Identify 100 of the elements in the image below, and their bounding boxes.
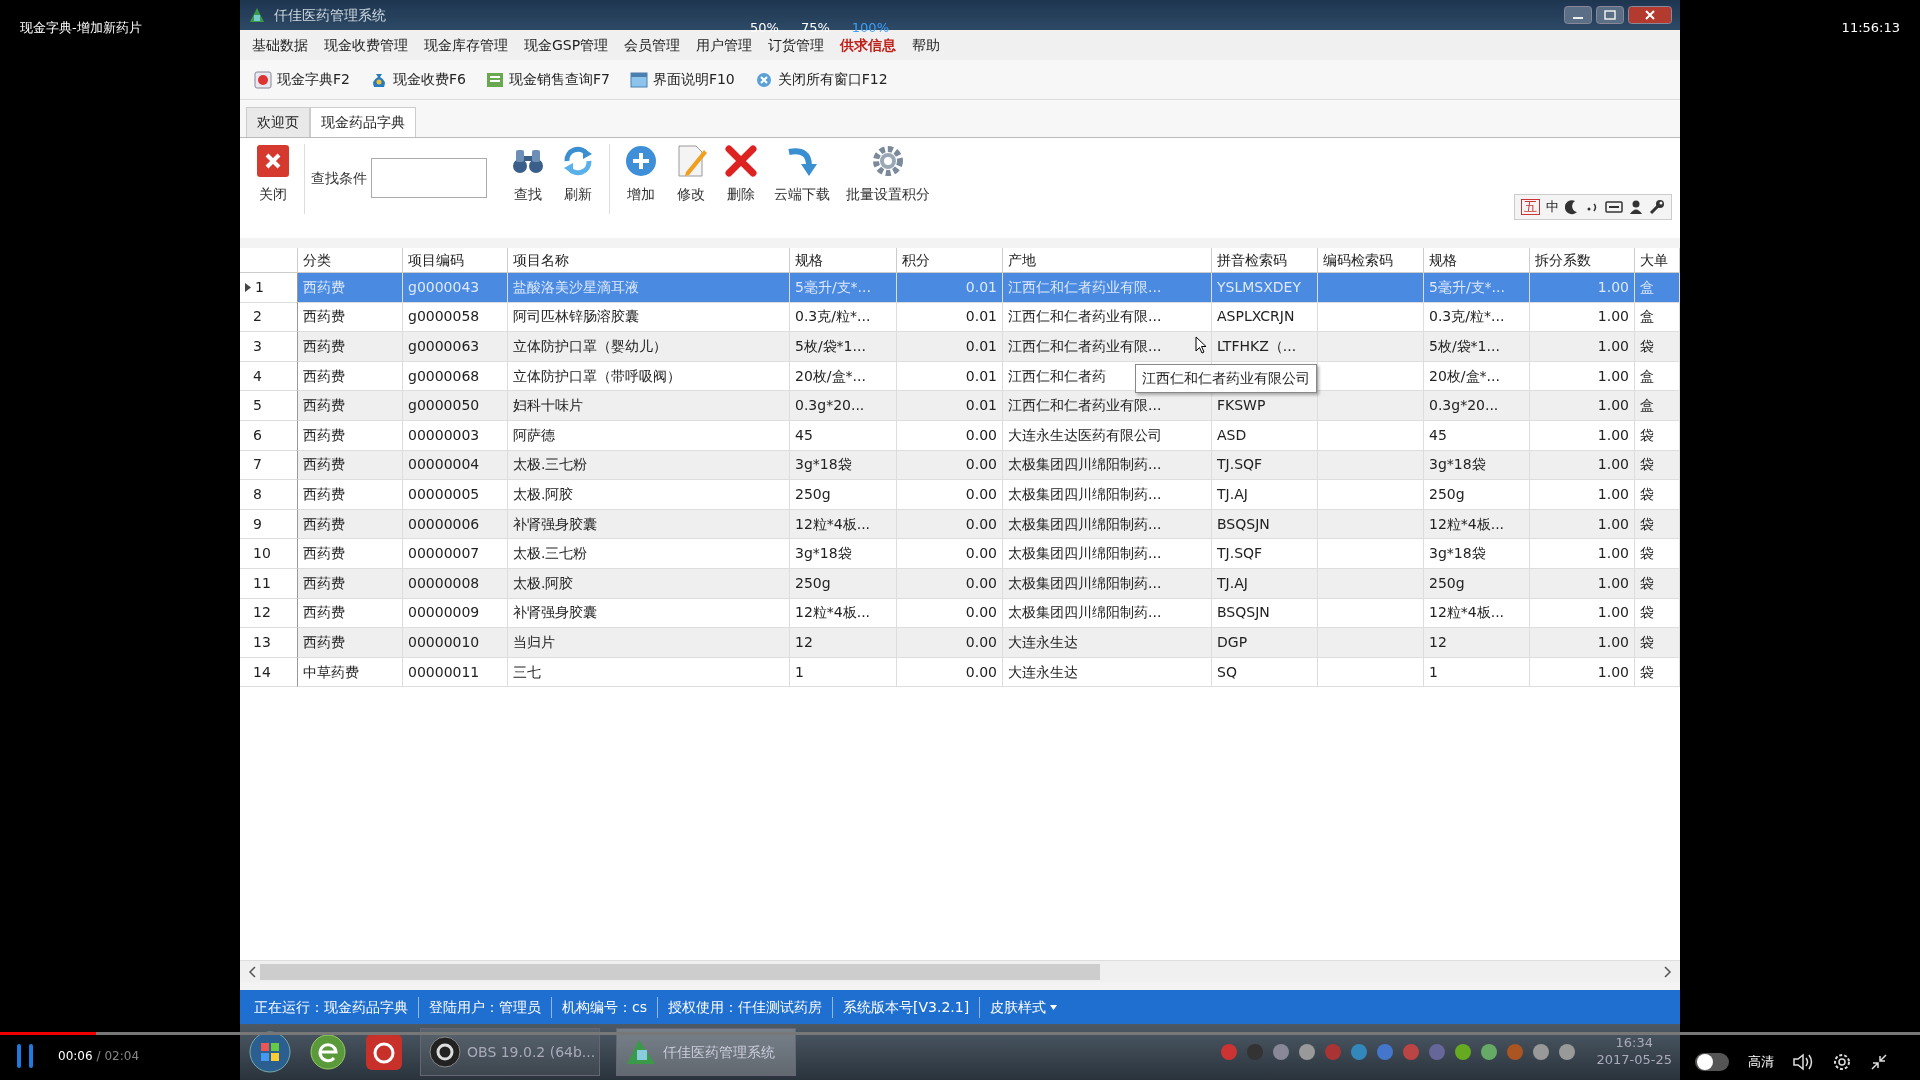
table-cell: 西药费 [298, 480, 403, 510]
tray-icon[interactable] [1480, 1043, 1499, 1061]
toolbar-button[interactable]: 修改 [666, 144, 716, 205]
table-row[interactable]: 6 西药费 00000003 阿萨德 45 0.00 大连永生达医药有限公司 ASD 45 1.00 袋 [240, 420, 1680, 451]
column-header[interactable]: 项目名称 [508, 248, 790, 273]
menu-item[interactable]: 供求信息 [832, 34, 905, 56]
moon-icon[interactable] [1565, 198, 1579, 215]
table-cell: 1 [1424, 657, 1530, 688]
quality-button[interactable]: 高清 [1748, 1052, 1774, 1072]
table-cell: 1.00 [1530, 332, 1635, 362]
tray-icon[interactable] [1532, 1043, 1551, 1061]
menu-item[interactable]: 用户管理 [688, 34, 761, 56]
toolbar-button[interactable]: 云端下载 [766, 144, 838, 205]
table-cell: 1.00 [1530, 568, 1635, 599]
maximize-icon[interactable] [1596, 6, 1624, 24]
scroll-left-icon[interactable] [248, 965, 256, 978]
menu-item[interactable]: 会员管理 [616, 34, 689, 56]
table-row[interactable]: 9 西药费 00000006 补肾强身胶囊 12粒*4板... 0.00 太极集团四川绵阳制药... BSQSJN 12粒*4板... 1.00 袋 [240, 509, 1680, 540]
table-cell: 江西仁和仁者药业有限... [1003, 391, 1212, 421]
table-row[interactable]: 1 西药费 g0000043 盐酸洛美沙星滴耳液 5毫升/支*... 0.01 江西仁和仁者药业有限... YSLMSXDEY 5毫升/支*... 1.00 盒 [240, 273, 1680, 303]
column-header[interactable]: 项目编码 [403, 248, 508, 273]
user-icon[interactable] [1629, 198, 1643, 215]
volume-icon[interactable] [1792, 1052, 1814, 1072]
shortcut-button[interactable]: 现金收费F6 [359, 69, 476, 90]
exit-fullscreen-icon[interactable] [1870, 1053, 1888, 1071]
table-row[interactable]: 14 中草药费 00000011 三七 1 0.00 大连永生达 SQ 1 1.00 袋 [240, 657, 1680, 688]
toggle-switch[interactable] [1694, 1052, 1730, 1072]
column-header[interactable]: 积分 [897, 248, 1003, 273]
column-header[interactable]: 规格 [790, 248, 897, 273]
window-icon [629, 70, 648, 89]
search-field[interactable] [371, 158, 487, 198]
table-cell: DGP [1212, 628, 1318, 658]
minimize-icon[interactable] [1564, 6, 1592, 24]
column-header[interactable]: 大单 [1635, 248, 1680, 273]
row-pointer-icon [245, 282, 251, 292]
table-row[interactable]: 11 西药费 00000008 太极.阿胶 250g 0.00 太极集团四川绵阳制药... TJ.AJ 250g 1.00 袋 [240, 568, 1680, 599]
gear-icon [871, 144, 905, 178]
pause-icon[interactable] [16, 1044, 34, 1068]
row-number: 13 [240, 628, 298, 658]
menu-item[interactable]: 现金GSP管理 [516, 34, 617, 56]
table-row[interactable]: 13 西药费 00000010 当归片 12 0.00 大连永生达 DGP 12 1.00 袋 [240, 628, 1680, 658]
toolbar-button[interactable]: 刷新 [553, 144, 603, 205]
shortcut-button[interactable]: 现金销售查询F7 [475, 69, 620, 90]
menu-item[interactable]: 现金收费管理 [316, 34, 416, 56]
toolbar-button[interactable]: 关闭 [248, 144, 298, 205]
tray-icon[interactable] [1350, 1043, 1369, 1061]
column-header[interactable]: 拆分系数 [1530, 248, 1635, 273]
table-cell: 太极.三七粉 [508, 539, 790, 569]
shortcut-button[interactable]: 现金字典F2 [244, 69, 360, 90]
tray-icon[interactable] [1454, 1043, 1473, 1061]
menu-item[interactable]: 现金库存管理 [416, 34, 516, 56]
tray-icon[interactable] [1376, 1043, 1395, 1061]
table-cell: 5毫升/支*... [790, 273, 897, 303]
ime-button[interactable]: 中 [1546, 197, 1559, 217]
table-row[interactable]: 5 西药费 g0000050 妇科十味片 0.3g*20... 0.01 江西仁和仁者药业有限... FKSWP 0.3g*20... 1.00 盒 [240, 391, 1680, 421]
toolbar-button[interactable]: 删除 [716, 144, 766, 205]
table-cell: 江西仁和仁者药业有限... [1003, 332, 1212, 362]
wrench-icon[interactable] [1649, 198, 1665, 215]
music-app-icon[interactable] [364, 1032, 404, 1072]
menu-item[interactable]: 基础数据 [244, 34, 316, 56]
table-cell: ASD [1212, 420, 1318, 451]
table-row[interactable]: 7 西药费 00000004 太极.三七粉 3g*18袋 0.00 太极集团四川绵阳制药... TJ.SQF 3g*18袋 1.00 袋 [240, 450, 1680, 481]
table-cell: 阿萨德 [508, 420, 790, 451]
toolbar-button[interactable]: 查找 [503, 144, 553, 205]
browser-icon[interactable] [308, 1032, 348, 1072]
scrollbar-thumb[interactable] [260, 963, 1100, 980]
table-cell: 西药费 [298, 391, 403, 421]
column-header[interactable]: 编码检索码 [1318, 248, 1424, 273]
column-header[interactable]: 分类 [298, 248, 403, 273]
shortcut-button[interactable]: 关闭所有窗口F12 [744, 69, 898, 90]
table-cell: 西药费 [298, 450, 403, 481]
tray-icon[interactable] [1272, 1043, 1291, 1061]
start-orb-icon[interactable] [248, 1030, 292, 1074]
menu-item[interactable]: 订货管理 [760, 34, 833, 56]
column-header[interactable]: 拼音检索码 [1212, 248, 1318, 273]
table-cell: 太极.阿胶 [508, 568, 790, 599]
taskbar-time: 16:34 [1615, 1035, 1653, 1052]
menu-item[interactable]: 帮助 [904, 34, 949, 56]
close-icon[interactable] [1628, 6, 1672, 24]
tab[interactable]: 欢迎页 [246, 107, 310, 137]
table-cell: LTFHKZ（... [1212, 332, 1318, 362]
toolbar-button[interactable]: 增加 [616, 144, 666, 205]
table-row[interactable]: 3 西药费 g0000063 立体防护口罩（婴幼儿） 5枚/袋*1... 0.01 江西仁和仁者药业有限... LTFHKZ（... 5枚/袋*1... 1.00 袋 [240, 332, 1680, 362]
shortcut-button[interactable]: 界面说明F10 [619, 69, 745, 90]
scroll-right-icon[interactable] [1664, 965, 1672, 978]
column-header[interactable]: 产地 [1003, 248, 1212, 273]
ime-button[interactable]: 五 [1521, 198, 1540, 215]
settings-icon[interactable] [1832, 1052, 1852, 1072]
keyboard-icon[interactable] [1605, 198, 1623, 215]
toolbar-button[interactable]: 批量设置积分 [838, 144, 938, 205]
tray-icon[interactable] [1558, 1043, 1577, 1061]
tab[interactable]: 现金药品字典 [310, 107, 416, 137]
tray-icon[interactable] [1298, 1043, 1317, 1061]
close-windows-icon [754, 70, 773, 89]
table-cell: 250g [1424, 568, 1530, 599]
table-row[interactable]: 10 西药费 00000007 太极.三七粉 3g*18袋 0.00 太极集团四川绵阳制药... TJ.SQF 3g*18袋 1.00 袋 [240, 539, 1680, 569]
column-header[interactable]: 规格 [1424, 248, 1530, 273]
skin-dropdown[interactable]: 皮肤样式 [980, 996, 1068, 1018]
table-row[interactable]: 8 西药费 00000005 太极.阿胶 250g 0.00 太极集团四川绵阳制药... TJ.AJ 250g 1.00 袋 [240, 480, 1680, 510]
close-icon [256, 144, 290, 178]
